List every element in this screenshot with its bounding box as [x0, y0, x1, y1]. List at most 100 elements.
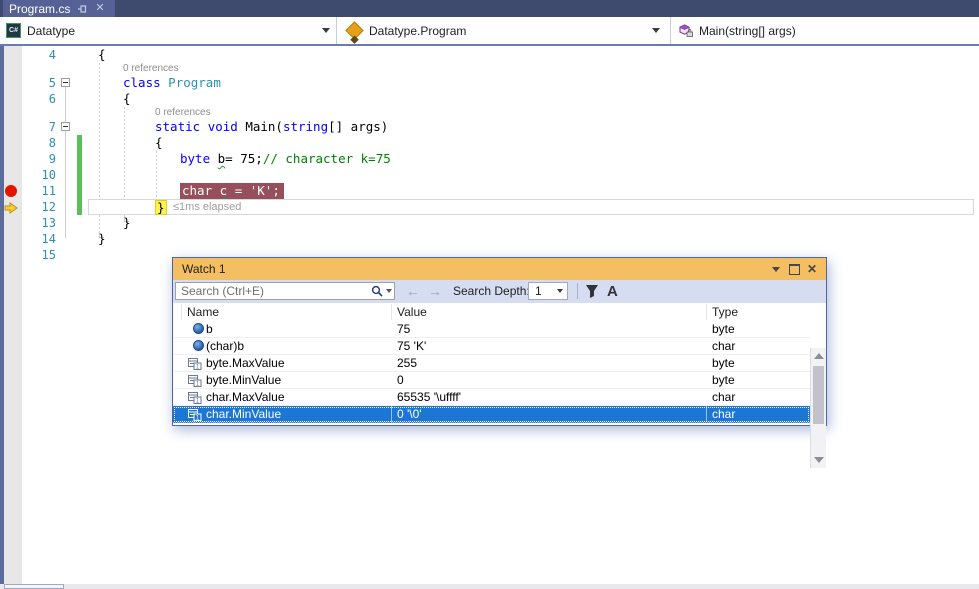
search-icon[interactable] — [371, 284, 383, 302]
cell-value: 65535 '\uffff' — [397, 389, 461, 405]
close-icon[interactable]: ✕ — [95, 3, 104, 14]
watch-row[interactable]: b 75 byte — [173, 321, 810, 338]
code-line[interactable]: class Program — [123, 75, 221, 91]
watch-row[interactable]: (char)b75 'K'char — [173, 338, 810, 355]
scroll-up-icon[interactable] — [814, 353, 824, 359]
document-tab-strip: Program.cs ✕ — [0, 0, 979, 17]
code-token: static — [155, 119, 200, 134]
const-icon: 1 — [188, 374, 202, 390]
search-input[interactable] — [175, 282, 395, 300]
cell-name: (char)b — [206, 338, 244, 354]
code-token: Program — [168, 75, 221, 90]
watch-row[interactable]: 1byte.MaxValue255byte — [173, 355, 810, 372]
private-method-icon — [678, 24, 693, 38]
code-line[interactable]: static void Main(string[] args) — [155, 119, 388, 135]
codelens-references[interactable]: 0 references — [123, 63, 179, 75]
cell-name: b — [206, 321, 213, 337]
project-dropdown[interactable]: C# Datatype — [6, 17, 75, 44]
scroll-down-icon[interactable] — [814, 457, 824, 463]
line-number: 4 — [22, 47, 56, 63]
breakpoint-margin[interactable] — [4, 46, 22, 584]
divider — [577, 283, 578, 299]
cell-type: byte — [712, 355, 735, 371]
cell-value: 255 — [397, 355, 417, 371]
code-line[interactable]: } — [98, 231, 106, 247]
column-header-type[interactable]: Type — [712, 303, 738, 321]
line-number: 8 — [22, 135, 56, 151]
search-forward-icon[interactable]: → — [428, 282, 442, 301]
chevron-down-icon[interactable] — [322, 28, 330, 33]
column-divider[interactable] — [391, 304, 392, 320]
line-number: 15 — [22, 247, 56, 263]
member-dropdown[interactable]: Main(string[] args) — [678, 17, 796, 44]
watch-title-bar[interactable]: Watch 1 ✕ — [173, 258, 826, 280]
field-icon — [193, 323, 204, 334]
perf-tip[interactable]: ≤1ms elapsed — [173, 201, 241, 214]
code-token: { — [123, 91, 131, 106]
indent-guide — [156, 151, 157, 199]
execution-pointer-icon — [4, 201, 18, 219]
code-token: byte — [180, 151, 210, 166]
match-case-icon[interactable]: A — [607, 280, 618, 303]
chevron-down-icon — [557, 289, 563, 293]
cell-type: char — [712, 338, 735, 354]
horizontal-scrollbar[interactable] — [0, 584, 979, 589]
cell-value: 75 — [397, 321, 410, 337]
collapse-toggle-icon[interactable] — [61, 78, 70, 87]
const-icon: 1 — [188, 408, 202, 424]
member-name: Main(string[] args) — [699, 24, 796, 38]
filter-icon[interactable] — [585, 284, 599, 303]
code-token — [210, 151, 218, 166]
column-divider[interactable] — [181, 304, 182, 320]
close-icon[interactable]: ✕ — [804, 258, 820, 280]
csharp-project-icon: C# — [6, 23, 21, 38]
watch-row[interactable]: 1byte.MinValue0byte — [173, 372, 810, 389]
collapse-toggle-icon[interactable] — [61, 122, 70, 131]
type-dropdown[interactable]: Datatype.Program — [346, 17, 466, 44]
vertical-scrollbar[interactable] — [810, 348, 826, 468]
cell-type: byte — [712, 321, 735, 337]
const-icon: 1 — [188, 357, 202, 373]
changed-lines-bar — [77, 135, 82, 215]
watch-toolbar: ← → Search Depth: 1 A — [173, 280, 826, 303]
grid-header: Name Value Type — [173, 303, 810, 322]
line-number: 7 — [22, 119, 56, 135]
code-line[interactable]: { — [98, 47, 106, 63]
tab-title: Program.cs — [9, 2, 70, 16]
watch-window: Watch 1 ✕ ← → Search Depth: 1 A Name Val… — [172, 257, 827, 426]
search-back-icon[interactable]: ← — [406, 282, 420, 301]
code-token: { — [98, 47, 106, 62]
code-line[interactable]: } — [123, 215, 131, 231]
search-depth-value: 1 — [535, 284, 542, 299]
code-line[interactable]: byte b= 75;// character k=75 — [180, 151, 391, 167]
watch-row[interactable]: 1char.MinValue0 '\0'char — [173, 406, 810, 423]
codelens-references[interactable]: 0 references — [155, 107, 211, 119]
column-divider[interactable] — [706, 304, 707, 320]
line-number: 12 — [22, 199, 56, 215]
line-number: 5 — [22, 75, 56, 91]
cell-value: 0 — [397, 372, 404, 388]
code-token: string — [283, 119, 328, 134]
scrollbar-thumb[interactable] — [813, 366, 824, 424]
current-line-box: } ≤1ms elapsed — [88, 199, 974, 215]
maximize-icon[interactable] — [786, 258, 802, 280]
tab-program-cs[interactable]: Program.cs ✕ — [3, 0, 115, 17]
column-header-name[interactable]: Name — [187, 303, 219, 321]
window-position-icon[interactable] — [768, 258, 784, 280]
search-depth-select[interactable]: 1 — [528, 282, 568, 300]
pin-icon[interactable] — [77, 3, 88, 14]
scrollbar-thumb[interactable] — [4, 584, 64, 589]
current-statement: } — [155, 200, 167, 215]
chevron-down-icon[interactable] — [386, 289, 392, 293]
code-token: = 'K'; — [227, 183, 280, 198]
column-header-value[interactable]: Value — [397, 303, 427, 321]
breakpoint-icon[interactable] — [5, 185, 17, 197]
code-token: char — [182, 183, 220, 198]
code-line[interactable]: char c = 'K'; — [180, 183, 284, 199]
divider — [336, 17, 337, 44]
watch-row[interactable]: 1char.MaxValue65535 '\uffff'char — [173, 389, 810, 406]
class-icon — [345, 21, 363, 39]
code-line[interactable]: { — [155, 135, 163, 151]
code-line[interactable]: { — [123, 91, 131, 107]
chevron-down-icon[interactable] — [652, 28, 660, 33]
